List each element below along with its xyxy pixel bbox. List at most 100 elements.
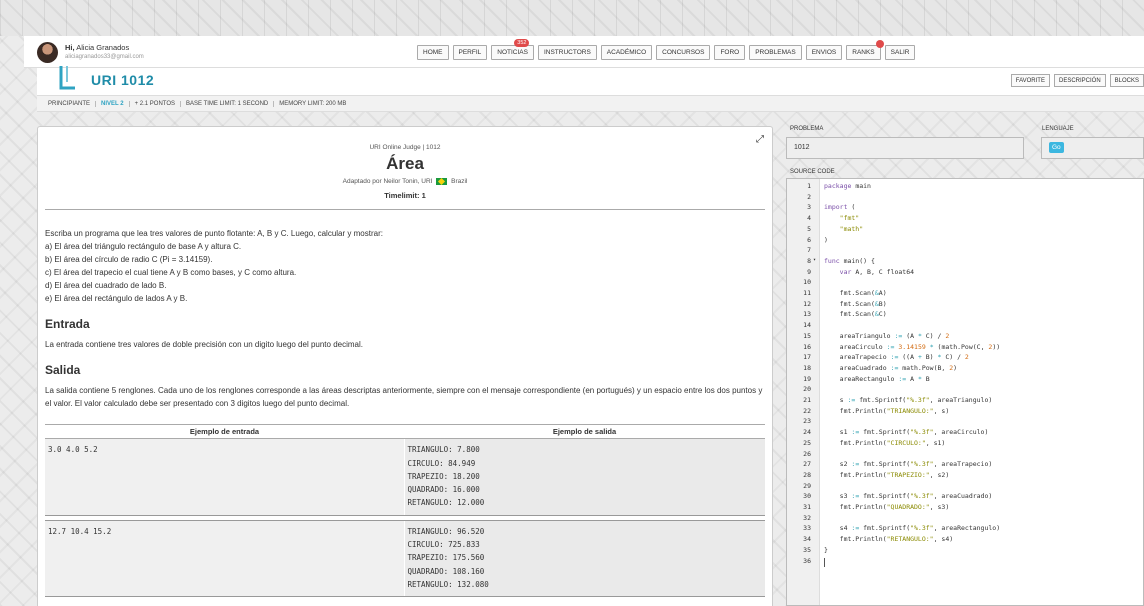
code-text: fmt.Println("QUADRADO:", s3) — [824, 503, 950, 511]
code-line: 9 var A, B, C float64 — [787, 267, 1143, 279]
code-line: 1 package main — [787, 182, 1143, 193]
header-blocks-button[interactable]: BLOCKS — [1109, 74, 1144, 87]
nav-label: CONCURSOS — [662, 49, 705, 56]
code-text: fmt.Scan(&A) — [824, 289, 887, 297]
code-text: areaRectangulo := A * B — [824, 374, 930, 383]
code-text: s := fmt.Sprintf("%.3f", areaTriangulo) — [824, 396, 993, 404]
nav-instructors-button[interactable]: INSTRUCTORS — [537, 45, 597, 60]
code-line: 7 — [787, 246, 1143, 257]
examples-input-header: Ejemplo de entrada — [45, 424, 404, 440]
nav-label: ENVIOS — [811, 49, 837, 56]
nav-acad-mico-button[interactable]: ACADÉMICO — [600, 45, 653, 60]
code-text: areaCirculo := 3.14159 * (math.Pow(C, 2)… — [824, 342, 1001, 351]
code-text: s4 := fmt.Sprintf("%.3f", areaRectangulo… — [824, 524, 1001, 533]
code-text: "math" — [839, 224, 864, 233]
line-number: 25 — [803, 438, 811, 447]
nav-label: ACADÉMICO — [606, 49, 647, 56]
line-number: 18 — [803, 363, 811, 372]
line-number: 2 — [807, 192, 811, 201]
nav-label: HOME — [423, 49, 443, 56]
problem-title: URI 1012 — [91, 72, 155, 88]
statement-line: a) El área del triángulo rectángulo de b… — [45, 242, 242, 252]
example-output: TRIANGULO: 96.520 CIRCULO: 725.833 TRAPEZI… — [404, 520, 765, 598]
problem-statement: Escriba un programa que lea tres valores… — [45, 227, 765, 305]
info-item: PRINCIPIANTE — [43, 100, 97, 107]
code-editor[interactable]: 1 package main 2 3 import (4 "fmt" 5 "math" 6)… — [786, 178, 1144, 606]
fold-arrow-icon[interactable]: ▾ — [813, 257, 816, 263]
code-line: 8 ▾ func main() { — [787, 257, 1143, 268]
problem-actions: FAVORITE DESCRIPCIÓN BLOCKS — [1010, 74, 1144, 87]
problem-field[interactable]: 1012 — [786, 137, 1024, 159]
example-output-line: TRAPEZIO: 18.200 — [407, 471, 480, 481]
code-line: 31 fmt.Println("QUADRADO:", s3) — [787, 503, 1143, 514]
nav-perfil-button[interactable]: PERFIL — [452, 45, 488, 60]
info-item: BASE TIME LIMIT: 1 SECOND — [181, 100, 275, 107]
code-line: 6) — [787, 235, 1143, 247]
code-text: } — [824, 545, 828, 554]
uri-logo-icon — [59, 66, 75, 90]
code-text: import ( — [824, 203, 856, 212]
nav-concursos-button[interactable]: CONCURSOS — [656, 45, 711, 60]
line-number: 9 — [807, 267, 811, 276]
code-line: 22 fmt.Println("TRIANGULO:", s) — [787, 407, 1143, 418]
nav-salir-button[interactable]: SALIR — [884, 45, 916, 60]
language-value: Go — [1049, 142, 1064, 153]
code-line: 4 "fmt" — [787, 214, 1143, 225]
code-line: 13 fmt.Scan(&C) — [787, 310, 1143, 321]
language-label: LENGUAJE — [1042, 126, 1074, 132]
nav-foro-button[interactable]: FORO — [714, 45, 746, 60]
code-line: 23 — [787, 417, 1143, 428]
line-number: 7 — [807, 246, 811, 255]
code-line: 34 fmt.Println("RETANGULO:", s4) — [787, 535, 1143, 546]
header-descripci-n-button[interactable]: DESCRIPCIÓN — [1053, 74, 1106, 87]
line-number: 6 — [807, 235, 811, 244]
line-number: 4 — [807, 214, 811, 223]
avatar[interactable] — [37, 42, 58, 63]
example-output-line: CIRCULO: 725.833 — [407, 540, 480, 549]
line-number: 29 — [803, 481, 811, 490]
code-text: fmt.Println("RETANGULO:", s4) — [824, 535, 954, 544]
code-text: var A, B, C float64 — [839, 267, 915, 276]
brazil-flag-icon — [436, 178, 448, 185]
line-number: 16 — [803, 342, 811, 351]
code-line: 35} — [787, 545, 1143, 557]
statement-line: b) El área del círculo de radio C (Pi = … — [45, 255, 213, 265]
examples-table: Ejemplo de entrada Ejemplo de salida 3.0… — [45, 424, 765, 598]
line-number: 14 — [803, 321, 811, 330]
user-greeting: Hi, Alicia Granados — [65, 43, 129, 52]
example-output-line: RETANGULO: 12.000 — [407, 498, 485, 508]
nav-label: PERFIL — [458, 49, 482, 56]
source-code-label: SOURCE CODE — [790, 169, 835, 175]
code-line: 10 — [787, 278, 1143, 289]
code-text: ) — [824, 235, 828, 244]
line-number: 20 — [803, 385, 811, 394]
problem-info-bar: PRINCIPIANTE NIVEL 2 + 2.1 PONTOS BASE TIME… — [37, 96, 1144, 112]
code-line: 26 — [787, 450, 1143, 461]
decorative-banner — [0, 0, 1144, 36]
code-line: 20 — [787, 385, 1143, 396]
code-line: 12 fmt.Scan(&B) — [787, 300, 1143, 311]
nav-ranks-button[interactable]: RANKS — [846, 40, 884, 60]
nav-home-button[interactable]: HOME — [417, 45, 449, 60]
code-line: 16 areaCirculo := 3.14159 * (math.Pow(C,… — [787, 342, 1143, 354]
nav-envios-button[interactable]: ENVIOS — [805, 45, 843, 60]
line-number: 1 — [807, 182, 811, 190]
language-select[interactable]: Go — [1041, 137, 1144, 159]
code-text: s2 := fmt.Sprintf("%.3f", areaTrapecio) — [824, 460, 993, 469]
example-input: 3.0 4.0 5.2 — [45, 438, 405, 516]
expand-icon[interactable]: ⤢ — [756, 134, 764, 145]
line-number: 19 — [803, 374, 811, 383]
code-text: s3 := fmt.Sprintf("%.3f", areaCuadrado) — [824, 492, 993, 501]
line-number: 5 — [807, 224, 811, 233]
line-number: 34 — [803, 535, 811, 544]
line-number: 17 — [803, 353, 811, 362]
code-text: areaTrapecio := ((A + B) * C) / 2 — [824, 353, 969, 362]
code-line: 14 — [787, 321, 1143, 332]
line-number: 3 — [807, 203, 811, 212]
user-name: Alicia Granados — [76, 43, 130, 52]
example-output: TRIANGULO: 7.800 CIRCULO: 84.949 TRAPEZIO:… — [404, 438, 765, 516]
nav-noticias-button[interactable]: NOTICIAS 352 — [491, 39, 534, 60]
code-line: 36 — [787, 557, 1143, 568]
nav-problemas-button[interactable]: PROBLEMAS — [749, 45, 802, 60]
header-favorite-button[interactable]: FAVORITE — [1010, 74, 1050, 87]
